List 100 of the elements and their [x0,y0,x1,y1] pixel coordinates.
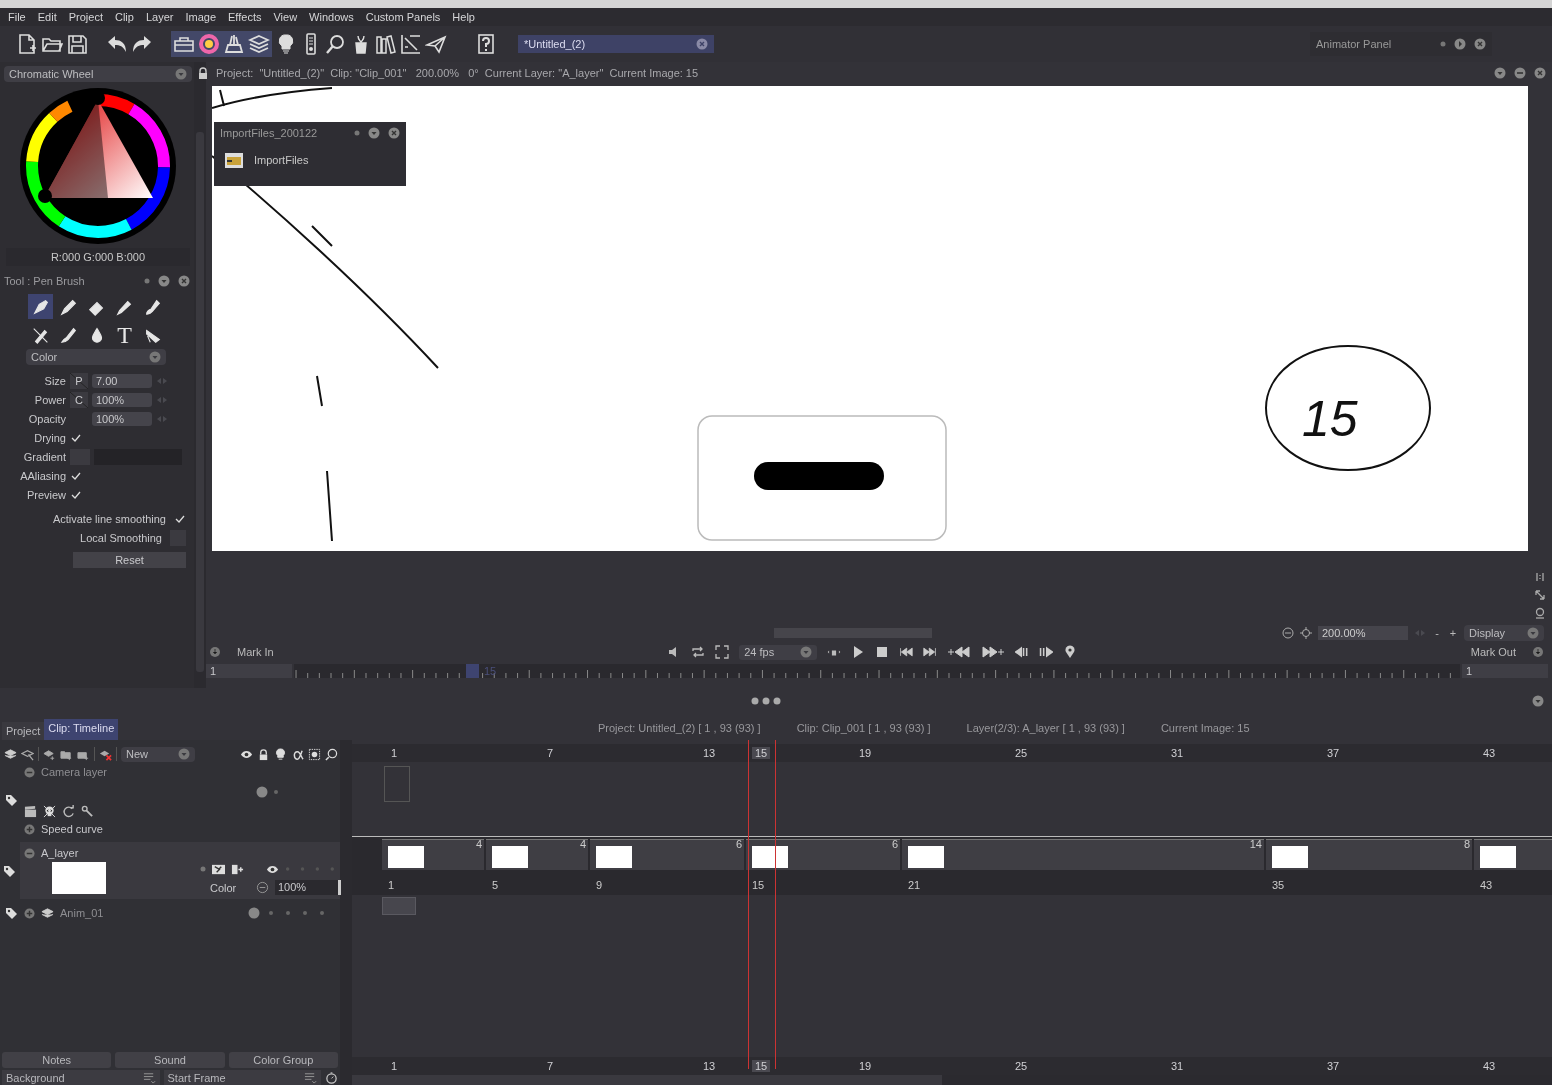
frame-number[interactable]: 15 [752,747,771,759]
tag-icon[interactable] [4,906,18,920]
wrench-icon[interactable] [81,804,94,818]
layer-name[interactable]: Camera layer [41,766,108,778]
text-tool[interactable]: T [112,322,137,347]
pressure-toggle[interactable]: P [70,373,88,389]
frame-number[interactable]: 31 [1168,747,1187,759]
frame-number[interactable]: 31 [1168,1060,1187,1072]
exposure-bar[interactable]: 4 [382,839,484,870]
search-icon[interactable] [325,33,347,55]
last-frame-icon[interactable] [923,645,938,659]
group-cell[interactable] [382,897,416,915]
exposure-bar[interactable] [1474,839,1552,870]
lock-icon[interactable] [257,747,270,761]
checkmark-icon[interactable] [174,513,186,525]
insert-before-icon[interactable] [947,645,972,659]
frame-number[interactable]: 37 [1324,1060,1343,1072]
zoom-out-button[interactable]: - [1432,627,1442,639]
panel-tab[interactable]: Project [2,722,45,740]
loop-icon[interactable] [691,645,706,659]
zoom-timeline-icon[interactable] [325,747,338,761]
panel-button[interactable]: Notes [2,1052,112,1068]
panel-button[interactable]: Sound [115,1052,225,1068]
save-icon[interactable] [66,33,88,55]
camera-cell[interactable] [384,766,410,802]
checkmark-icon[interactable] [70,432,82,444]
collapse-icon[interactable] [1494,67,1506,79]
refresh-icon[interactable] [62,804,75,818]
layer-select-icon[interactable] [21,747,34,761]
scrollbar-track[interactable] [340,740,352,1085]
pressure-toggle[interactable]: C [70,392,88,408]
exposure-bar[interactable]: 6 [590,839,744,870]
menu-item[interactable]: Effects [224,11,270,23]
mark-in-field[interactable]: 1 [206,664,292,678]
value-field[interactable]: 7.00 [92,374,152,388]
fit-view-icon[interactable] [1534,589,1546,601]
blend-mode-label[interactable]: Color [210,881,250,894]
option-dropdown[interactable]: Background [2,1070,160,1085]
frame-number[interactable]: 1 [388,1060,401,1072]
fullscreen-icon[interactable] [715,645,730,659]
color-wheel-icon[interactable] [198,33,220,55]
zoom-in-button[interactable]: + [1448,627,1458,639]
new-layer-icon[interactable] [43,747,56,761]
color-mode-dropdown[interactable]: Chromatic Wheel [4,66,192,82]
resize-handle-icon[interactable] [751,697,781,705]
opacity-field[interactable]: 100% [275,880,341,895]
frame-number[interactable]: 1 [388,747,401,759]
minus-circle-icon[interactable] [256,881,269,894]
collapse-icon[interactable] [24,847,35,859]
checkmark-icon[interactable] [70,489,82,501]
help-icon[interactable] [475,33,497,55]
new-layer-dropdown[interactable]: New [121,746,195,762]
mask-icon[interactable] [308,747,321,761]
color-wheel[interactable] [18,86,178,246]
swap-icon[interactable] [212,862,225,876]
option-dropdown[interactable]: Start Frame [163,1070,321,1085]
collapse-icon[interactable] [368,127,380,139]
menu-item[interactable]: Edit [33,11,65,23]
reset-button[interactable]: Reset [73,552,186,568]
frame-number[interactable]: 15 [752,1060,771,1072]
menu-item[interactable]: Project [64,11,111,23]
lock-icon[interactable] [198,67,208,79]
document-tab[interactable]: *Untitled_(2) [518,35,714,53]
tag-icon[interactable] [2,864,16,878]
skull-icon[interactable] [43,804,56,818]
actual-size-icon[interactable] [1534,571,1546,583]
exposure-bar[interactable]: 6 [746,839,900,870]
frame-number[interactable]: 13 [700,747,719,759]
close-icon[interactable] [696,38,708,50]
layers-icon[interactable] [248,33,270,55]
value-field[interactable]: 100% [92,412,152,426]
library-icon[interactable] [375,33,397,55]
tool-button[interactable] [28,294,53,319]
panel-tab[interactable]: Clip: Timeline [44,719,119,740]
menu-item[interactable]: File [4,11,34,23]
panel-button[interactable]: Color Group [228,1052,338,1068]
close-icon[interactable] [388,127,400,139]
previous-frame-icon[interactable] [1015,645,1030,659]
import-files-item[interactable]: ImportFiles [214,144,406,176]
menu-item[interactable]: Image [181,11,224,23]
exposure-bar[interactable]: 4 [486,839,588,870]
mark-out-field[interactable]: 1 [1462,664,1548,678]
frame-number[interactable]: 25 [1012,747,1031,759]
close-icon[interactable] [178,275,190,287]
frame-number[interactable]: 43 [1480,747,1499,759]
drawing-canvas[interactable]: 15 ImportFiles_200122 ImportFiles [212,86,1528,551]
menu-item[interactable]: Layer [141,11,182,23]
next-frame-icon[interactable] [1039,645,1054,659]
frame-number[interactable]: 19 [856,1060,875,1072]
rotate-icon[interactable] [1282,627,1294,639]
play-icon[interactable] [1454,38,1466,50]
menu-item[interactable]: Clip [110,11,142,23]
add-image-icon[interactable] [231,862,244,876]
frame-number[interactable]: 43 [1480,1060,1499,1072]
lightbulb-icon[interactable] [274,747,287,761]
first-frame-icon[interactable] [899,645,914,659]
collapse-icon[interactable] [24,766,35,778]
paper-plane-icon[interactable] [425,33,447,55]
menu-item[interactable]: Custom Panels [361,11,449,23]
tag-icon[interactable] [4,793,18,807]
